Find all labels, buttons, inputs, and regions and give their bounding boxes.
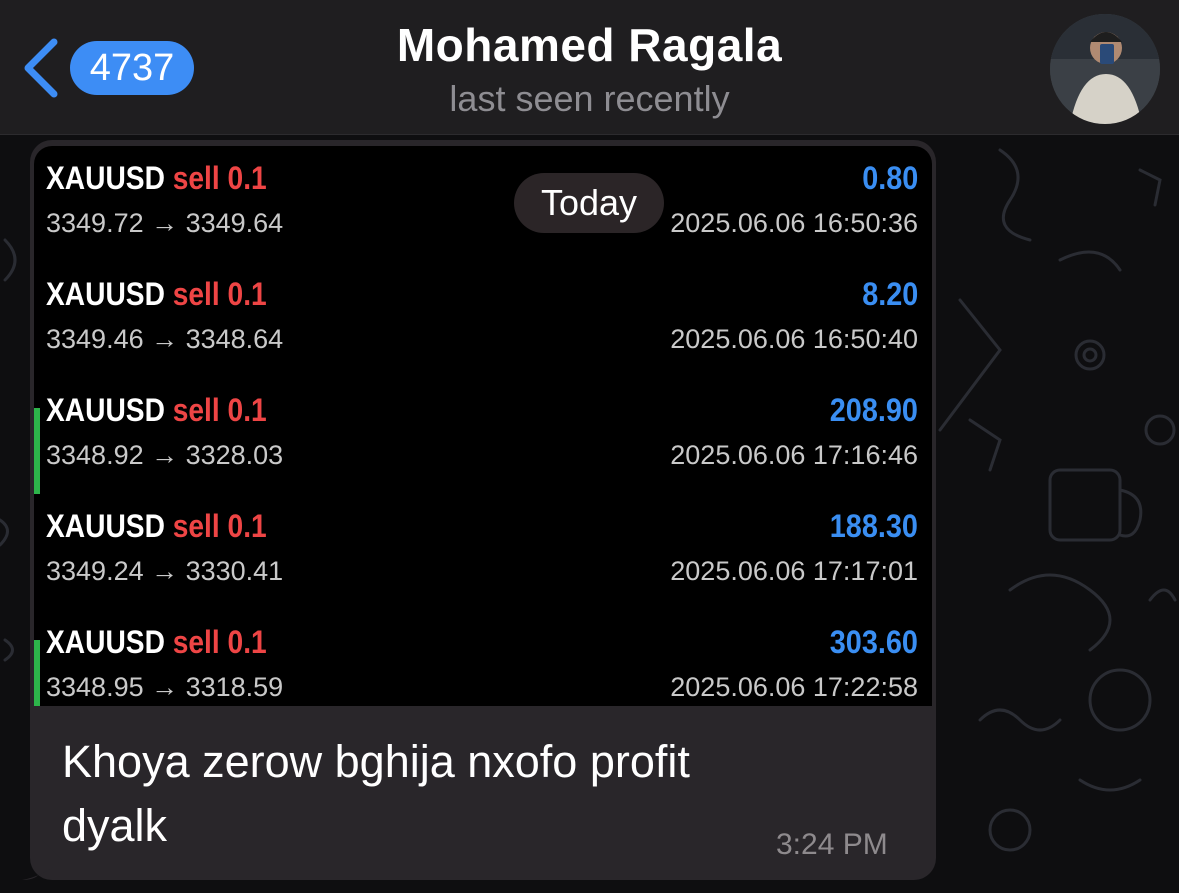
trade-profit: 0.80 [861,160,918,196]
trade-row: XAUUSD sell 0.1 3348.95 → 3318.59 303.60… [34,610,932,706]
trade-side: sell 0.1 [172,276,267,312]
trade-side: sell 0.1 [172,160,267,196]
trade-symbol: XAUUSD sell 0.1 [46,508,267,544]
trade-prices: 3349.24 → 3330.41 [46,556,284,586]
trade-time: 2025.06.06 17:16:46 [670,440,918,470]
message-timestamp: 3:24 PM [776,828,888,861]
contact-avatar[interactable] [1050,14,1160,124]
trade-profit: 303.60 [829,624,918,660]
message-text: Khoya zerow bghija nxofo profit dyalk [62,730,862,858]
trade-side: sell 0.1 [172,508,267,544]
trade-side: sell 0.1 [172,392,267,428]
trade-marker [34,408,40,494]
trade-symbol: XAUUSD sell 0.1 [46,624,267,660]
trade-prices: 3348.95 → 3318.59 [46,672,284,702]
contact-status: last seen recently [449,78,730,119]
trade-prices: 3349.72 → 3349.64 [46,208,284,238]
chat-header: 4737 Mohamed Ragala last seen recently [0,0,1179,135]
trade-row: XAUUSD sell 0.1 3348.92 → 3328.03 208.90… [34,378,932,494]
trade-profit: 8.20 [861,276,918,312]
message-line: dyalk [62,800,168,851]
trade-row: XAUUSD sell 0.1 3349.46 → 3348.64 8.20 2… [34,262,932,378]
trade-row: XAUUSD sell 0.1 3349.72 → 3349.64 0.80 2… [34,146,932,262]
trade-profit: 208.90 [829,392,918,428]
trade-marker [34,640,40,706]
trade-symbol: XAUUSD sell 0.1 [46,392,267,428]
message-line: Khoya zerow bghija nxofo profit [62,736,690,787]
bubble-tail [22,840,62,880]
trade-time: 2025.06.06 17:17:01 [670,556,918,586]
trade-time: 2025.06.06 16:50:40 [670,324,918,354]
avatar-photo [1050,14,1160,124]
trade-symbol: XAUUSD sell 0.1 [46,276,267,312]
contact-name[interactable]: Mohamed Ragala [0,18,1179,72]
trade-time: 2025.06.06 16:50:36 [670,208,918,238]
trade-profit: 188.30 [829,508,918,544]
trade-side: sell 0.1 [172,624,267,660]
trade-row: XAUUSD sell 0.1 3349.24 → 3330.41 188.30… [34,494,932,610]
trade-prices: 3348.92 → 3328.03 [46,440,284,470]
trade-time: 2025.06.06 17:22:58 [670,672,918,702]
trade-prices: 3349.46 → 3348.64 [46,324,284,354]
trade-symbol: XAUUSD sell 0.1 [46,160,267,196]
trade-history-image[interactable]: XAUUSD sell 0.1 3349.72 → 3349.64 0.80 2… [34,146,932,706]
date-pill: Today [514,173,664,233]
